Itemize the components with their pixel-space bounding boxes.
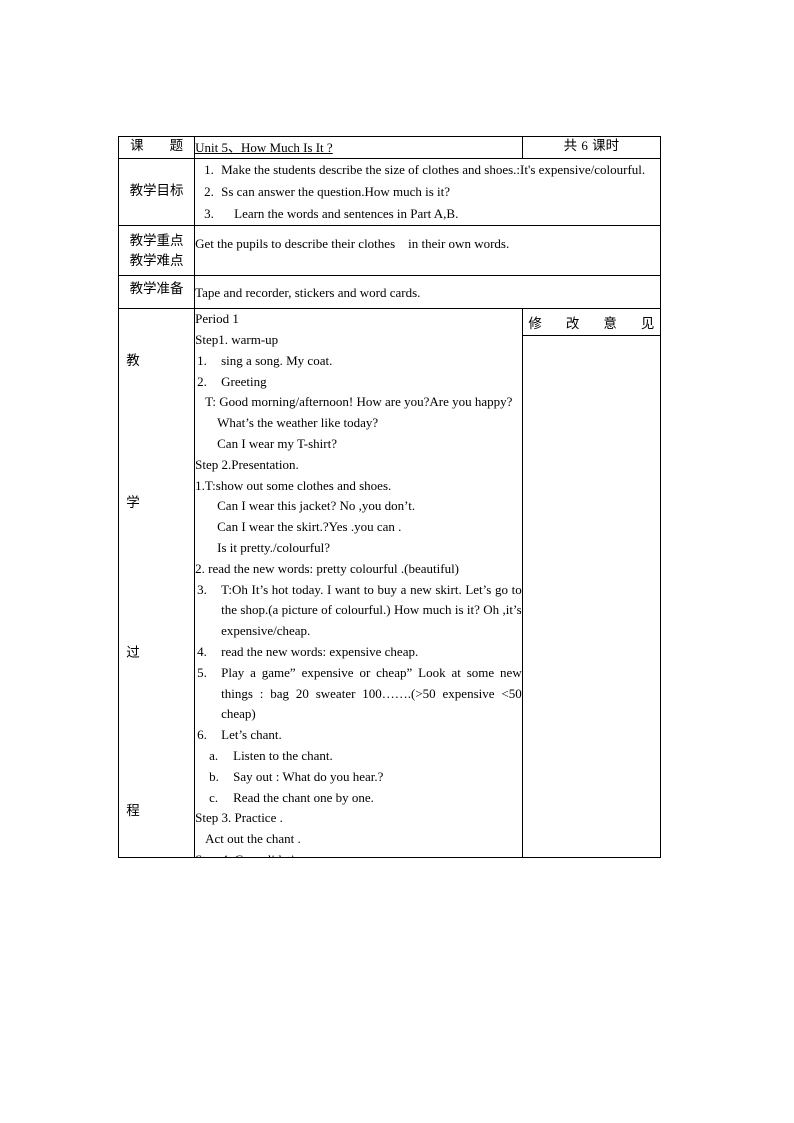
lesson-step-text: Listen to the chant.: [233, 747, 333, 763]
table-row-topic: 课题 Unit 5、How Much Is It ? 共 6 课时: [117, 135, 662, 160]
lesson-step-marker: 1.: [197, 352, 207, 368]
period-number: 6: [581, 138, 588, 153]
label-objectives-cell: 教学目标: [117, 158, 196, 227]
lesson-step-marker: c.: [209, 789, 219, 805]
period-prefix: 共: [563, 138, 578, 154]
period-count-cell: 共 6 课时: [521, 135, 662, 160]
focus-text: Get the pupils to describe their clothes…: [195, 236, 510, 252]
vertical-label-char-4: 程: [126, 803, 140, 820]
lesson-step-line: 4. read the new words: expensive cheap.: [196, 642, 522, 663]
lesson-step-line: Can I wear my T-shirt?: [217, 436, 337, 452]
lesson-step-marker: 2.: [197, 373, 207, 389]
period-suffix: 课时: [592, 138, 620, 154]
period-count-text: 共 6 课时: [564, 138, 620, 154]
lesson-step-marker: 5.: [197, 664, 207, 680]
lesson-step-marker: a.: [209, 747, 219, 763]
vertical-label-char-3: 过: [126, 645, 140, 662]
lesson-step-line: Step 4. Consolidation: [196, 850, 522, 857]
lesson-step-line: Step 3. Practice .: [195, 810, 283, 826]
label-objectives-text: 教学目标: [129, 183, 184, 200]
label-preparation-text: 教学准备: [129, 281, 184, 298]
revision-header-char-3: 意: [603, 316, 617, 333]
lesson-step-text: Let’s chant.: [221, 727, 282, 743]
revision-header-char-4: 见: [640, 316, 655, 333]
label-preparation-cell: 教学准备: [117, 275, 196, 310]
objectives-list: Make the students describe the size of c…: [195, 159, 660, 224]
lesson-step-line: Is it pretty./colourful?: [217, 540, 330, 555]
lesson-step-line: Step 2.Presentation.: [195, 456, 299, 472]
lesson-step-text: Greeting: [221, 373, 267, 389]
lesson-step-line: c. Read the chant one by one.: [196, 788, 522, 809]
lesson-step-line: Act out the chant .: [205, 831, 301, 847]
lesson-step-marker: 6.: [197, 727, 207, 743]
lesson-step-line: Period 1: [195, 311, 239, 327]
lesson-step-text: T:Oh It’s hot today. I want to buy a new…: [221, 581, 522, 639]
table-row-process: 教 学 过 程 Period 1 Step1. warm-up 1. sing a s…: [117, 308, 662, 859]
label-topic-char-2: 题: [169, 138, 184, 154]
lesson-step-line: 1.T:show out some clothes and shoes.: [195, 477, 392, 493]
revision-header: 修改意见: [522, 309, 660, 337]
objective-item: Ss can answer the question.How much is i…: [217, 181, 660, 202]
lesson-step-line: 2. read the new words: pretty colourful …: [195, 560, 460, 576]
lesson-step-text: Read the chant one by one.: [233, 789, 374, 805]
lesson-step-text: sing a song. My coat.: [221, 352, 333, 368]
label-topic-text: 课题: [119, 137, 194, 157]
focus-content-cell: Get the pupils to describe their clothes…: [194, 225, 661, 277]
lesson-steps-list: Period 1 Step1. warm-up 1. sing a song. My …: [195, 310, 522, 857]
lesson-step-line: Step1. warm-up: [195, 332, 279, 348]
lesson-step-marker: 4.: [197, 643, 207, 659]
lesson-step-line: 6. Let’s chant.: [196, 725, 522, 746]
revision-header-char-1: 修: [528, 316, 542, 333]
table-row-objectives: 教学目标 Make the students describe the size…: [117, 158, 661, 227]
revision-header-char-2: 改: [565, 316, 580, 333]
lesson-title-cell: Unit 5、How Much Is It ?: [194, 135, 523, 160]
objective-item: Learn the words and sentences in Part A,…: [217, 203, 660, 224]
page-canvas: 课题 Unit 5、How Much Is It ? 共 6 课时 教学目标 M…: [0, 0, 794, 1123]
label-key-points-text: 教学重点: [129, 233, 184, 250]
label-topic-cell: 课题: [117, 135, 196, 160]
lesson-step-line: Can I wear the skirt.?Yes .you can .: [217, 519, 402, 535]
revision-notes-area[interactable]: [523, 336, 660, 856]
revision-column-cell: 修改意见: [521, 308, 662, 859]
preparation-text: Tape and recorder, stickers and word car…: [195, 285, 421, 301]
objective-item: Make the students describe the size of c…: [217, 159, 660, 180]
lesson-step-line: 5. Play a game” expensive or cheap” Look …: [196, 663, 522, 725]
lesson-step-text: read the new words: expensive cheap.: [221, 643, 419, 659]
lesson-step-marker: 3.: [197, 581, 207, 597]
lesson-step-line: Can I wear this jacket? No ,you don’t.: [217, 498, 416, 514]
label-difficult-points-text: 教学难点: [129, 252, 184, 269]
preparation-content-cell: Tape and recorder, stickers and word car…: [194, 275, 661, 310]
process-content-cell: Period 1 Step1. warm-up 1. sing a song. My …: [194, 308, 523, 859]
lesson-title-text: Unit 5、How Much Is It ?: [195, 140, 333, 155]
vertical-label-process-cell: 教 学 过 程: [117, 308, 196, 859]
lesson-step-text: Say out : What do you hear.?: [233, 768, 384, 784]
lesson-step-line: 1. sing a song. My coat.: [196, 351, 522, 372]
lesson-step-line: 2. Greeting: [196, 372, 522, 393]
lesson-step-line: T: Good morning/afternoon! How are you?A…: [205, 394, 513, 410]
lesson-step-line: What’s the weather like today?: [217, 415, 379, 431]
vertical-label-char-1: 教: [126, 353, 140, 370]
lesson-step-marker: b.: [209, 768, 219, 784]
table-row-preparation: 教学准备 Tape and recorder, stickers and wor…: [117, 275, 661, 310]
label-focus-cell: 教学重点 教学难点: [117, 225, 196, 277]
label-topic-char-1: 课: [130, 138, 144, 154]
lesson-step-line: 3. T:Oh It’s hot today. I want to buy a n…: [196, 580, 522, 642]
table-row-focus: 教学重点 教学难点 Get the pupils to describe the…: [117, 225, 661, 277]
lesson-step-text: Play a game” expensive or cheap” Look at…: [221, 664, 522, 722]
objectives-content-cell: Make the students describe the size of c…: [194, 158, 661, 227]
lesson-plan-table: 课题 Unit 5、How Much Is It ? 共 6 课时 教学目标 M…: [117, 135, 662, 859]
lesson-step-line: b. Say out : What do you hear.?: [196, 767, 522, 788]
vertical-label-char-2: 学: [126, 495, 140, 512]
lesson-step-line: a. Listen to the chant.: [196, 746, 522, 767]
